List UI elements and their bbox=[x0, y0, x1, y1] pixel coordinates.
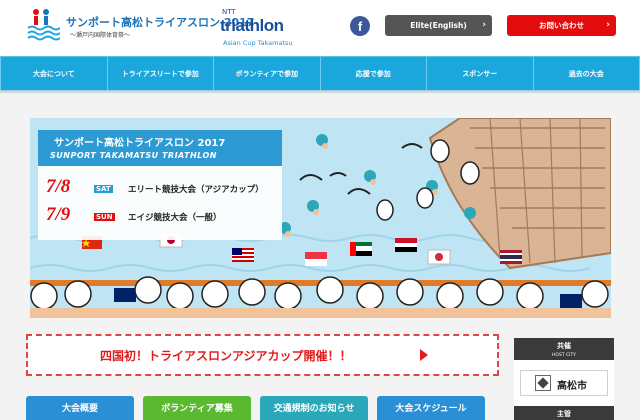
hero-title-band: サンポート高松トライアスロン 2017 SUNPORT TAKAMATSU TR… bbox=[38, 130, 282, 166]
tile-volunteer-recruit[interactable]: ボランティア募集 bbox=[143, 396, 251, 420]
site-header: サンポート高松トライアスロン 2017 〜瀬戸内国際体育祭〜 NTT triat… bbox=[0, 0, 640, 56]
nav-shadow bbox=[0, 90, 640, 94]
city-emblem-icon bbox=[535, 375, 551, 391]
nav-item-cheer[interactable]: 応援で参加 bbox=[321, 57, 427, 90]
nav-item-past-events[interactable]: 過去の大会 bbox=[534, 57, 640, 90]
event-name: エイジ競技大会（一般） bbox=[128, 213, 222, 223]
ntt-logo-line3: Asian Cup Takamatsu bbox=[223, 39, 293, 47]
nav-item-about[interactable]: 大会について bbox=[0, 57, 108, 90]
host-city-name: 高松市 bbox=[557, 381, 587, 392]
elite-english-label: Elite(English) bbox=[410, 21, 467, 30]
event-date: 7/9 bbox=[46, 204, 71, 225]
contact-label: お問い合わせ bbox=[539, 21, 584, 30]
chevron-right-icon: › bbox=[606, 20, 610, 30]
event-name: エリート競技大会（アジアカップ） bbox=[128, 185, 264, 195]
host-city-header: 共催 HOST CITY bbox=[514, 338, 614, 360]
site-subtitle: 〜瀬戸内国際体育祭〜 bbox=[70, 32, 131, 39]
main-nav: 大会について トライアスリートで参加 ボランティアで参加 応援で参加 スポンサー… bbox=[0, 56, 640, 90]
ntt-logo-line1: NTT bbox=[222, 8, 236, 16]
tile-traffic-notice[interactable]: 交通規制のお知らせ bbox=[260, 396, 368, 420]
hero-banner[interactable]: サンポート高松トライアスロン 2017 SUNPORT TAKAMATSU TR… bbox=[30, 118, 611, 318]
nav-item-athlete[interactable]: トライアスリートで参加 bbox=[108, 57, 214, 90]
event-day-badge: SUN bbox=[94, 213, 115, 221]
ntt-triathlon-logo[interactable]: NTT triathlon Asian Cup Takamatsu bbox=[220, 8, 310, 48]
organizer-sidebar: 共催 HOST CITY 高松市 主管 bbox=[514, 338, 614, 420]
banner-text: 四国初！トライアスロンアジアカップ開催！！ bbox=[100, 349, 352, 363]
play-arrow-icon bbox=[420, 349, 428, 361]
chevron-right-icon: › bbox=[482, 20, 486, 30]
elite-english-button[interactable]: Elite(English) › bbox=[385, 15, 492, 36]
host-label-jp: 共催 bbox=[557, 342, 571, 350]
triathlon-logo-icon[interactable] bbox=[26, 8, 60, 42]
host-label-en: HOST CITY bbox=[552, 353, 576, 358]
contact-button[interactable]: お問い合わせ › bbox=[507, 15, 616, 36]
hero-title-jp: サンポート高松トライアスロン 2017 bbox=[54, 138, 226, 149]
nav-item-sponsor[interactable]: スポンサー bbox=[427, 57, 534, 90]
asia-cup-announcement-banner[interactable]: 四国初！トライアスロンアジアカップ開催！！ bbox=[26, 334, 499, 376]
event-date: 7/8 bbox=[46, 176, 71, 197]
nav-item-volunteer[interactable]: ボランティアで参加 bbox=[214, 57, 321, 90]
hero-info-card: サンポート高松トライアスロン 2017 SUNPORT TAKAMATSU TR… bbox=[38, 130, 282, 240]
ntt-logo-line2: triathlon bbox=[220, 16, 284, 35]
tile-schedule[interactable]: 大会スケジュール bbox=[377, 396, 485, 420]
host-city-logo[interactable]: 高松市 bbox=[520, 370, 608, 396]
organizer-header: 主管 bbox=[514, 406, 614, 420]
event-day-badge: SAT bbox=[94, 185, 113, 193]
tile-overview[interactable]: 大会概要 bbox=[26, 396, 134, 420]
hero-title-en: SUNPORT TAKAMATSU TRIATHLON bbox=[50, 151, 217, 160]
facebook-icon[interactable]: f bbox=[350, 16, 370, 36]
